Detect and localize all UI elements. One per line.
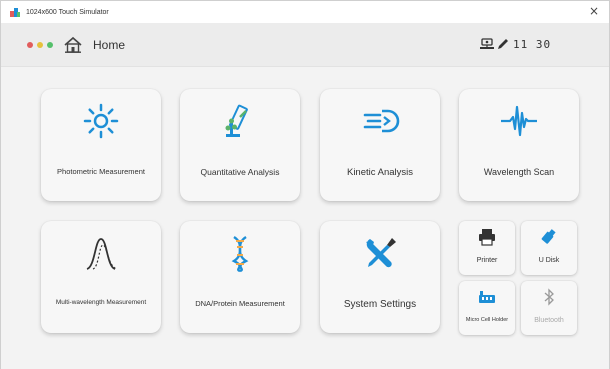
cell-holder-icon xyxy=(479,291,495,303)
title-bar: 1024x600 Touch Simulator × xyxy=(1,1,609,23)
peak-curve-icon xyxy=(86,238,118,270)
kinetic-icon xyxy=(363,109,400,133)
tile-wavelength-scan[interactable]: Wavelength Scan xyxy=(459,89,579,201)
lab-flask-icon xyxy=(225,104,248,137)
tile-photometric-measurement[interactable]: Photometric Measurement xyxy=(41,89,161,201)
pen-icon xyxy=(498,39,508,49)
waveform-icon xyxy=(501,105,537,137)
tile-multi-wavelength-measurement[interactable]: Multi-wavelength Measurement xyxy=(41,221,161,333)
tile-bluetooth: Bluetooth xyxy=(521,281,577,335)
tile-label: DNA/Protein Measurement xyxy=(195,299,285,308)
bluetooth-icon xyxy=(544,288,554,306)
simulator-window: 1024x600 Touch Simulator × Home 11 30 Ph… xyxy=(0,0,610,369)
status-dot-green xyxy=(47,42,53,48)
tile-label: Wavelength Scan xyxy=(483,167,555,177)
tile-label: Photometric Measurement xyxy=(57,167,145,176)
main-content: Photometric Measurement Quantitative Ana… xyxy=(1,67,609,369)
close-button[interactable]: × xyxy=(589,4,599,18)
tile-label: U Disk xyxy=(538,257,560,264)
network-icon xyxy=(480,38,494,49)
tile-u-disk[interactable]: U Disk xyxy=(521,221,577,275)
tile-micro-cell-holder[interactable]: Micro Cell Holder xyxy=(459,281,515,335)
dna-icon xyxy=(231,236,249,273)
tile-label: System Settings xyxy=(343,299,417,310)
tile-kinetic-analysis[interactable]: Kinetic Analysis xyxy=(320,89,440,201)
tile-quantitative-analysis[interactable]: Quantitative Analysis xyxy=(180,89,300,201)
tile-label: Micro Cell Holder xyxy=(465,317,509,323)
tile-label: Multi-wavelength Measurement xyxy=(55,299,147,306)
tile-system-settings[interactable]: System Settings xyxy=(320,221,440,333)
tile-printer[interactable]: Printer xyxy=(459,221,515,275)
printer-icon xyxy=(479,229,495,246)
window-title: 1024x600 Touch Simulator xyxy=(26,8,109,16)
tile-dna-protein-measurement[interactable]: DNA/Protein Measurement xyxy=(180,221,300,333)
tile-label: Bluetooth xyxy=(534,317,564,324)
status-dot-yellow xyxy=(37,42,43,48)
app-header: Home 11 30 xyxy=(1,23,609,67)
app-icon xyxy=(10,8,20,17)
clock: 11 30 xyxy=(513,38,552,51)
tile-label: Kinetic Analysis xyxy=(346,167,413,178)
home-icon[interactable] xyxy=(63,35,83,55)
tile-label: Printer xyxy=(476,257,498,264)
wrench-screwdriver-icon xyxy=(366,238,396,268)
status-dot-red xyxy=(27,42,33,48)
sun-icon xyxy=(83,103,119,139)
usb-icon xyxy=(541,229,556,244)
tile-label: Quantitative Analysis xyxy=(200,167,280,177)
page-title: Home xyxy=(93,38,126,52)
